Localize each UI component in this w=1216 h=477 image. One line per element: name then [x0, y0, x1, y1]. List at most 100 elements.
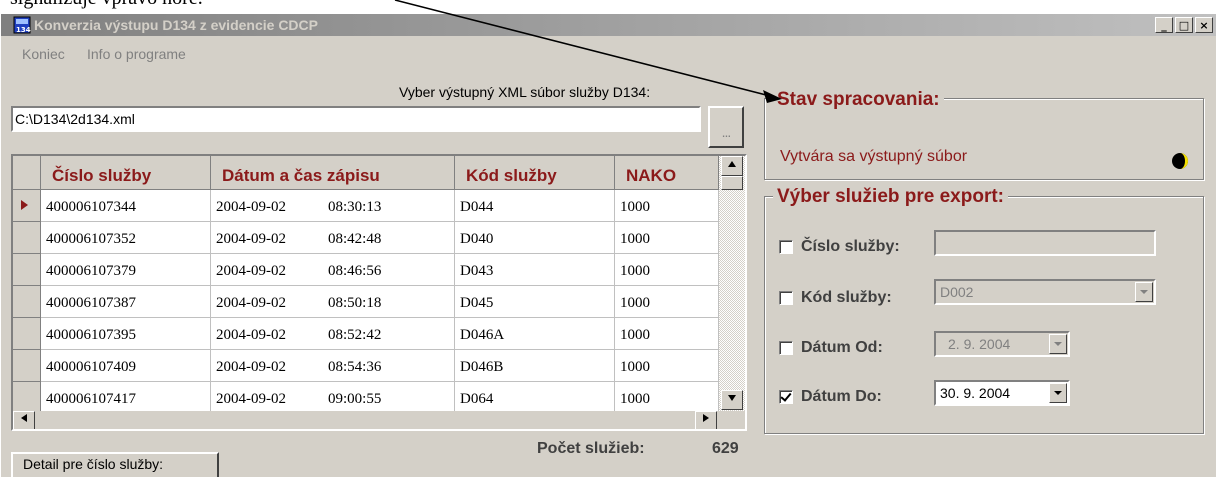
- cell-date: 2004-09-02: [216, 199, 286, 215]
- cell-kod: D044: [455, 190, 615, 222]
- cell-cislo: 400006107387: [41, 286, 211, 318]
- cell-kod: D046A: [455, 318, 615, 350]
- cislo-input[interactable]: [934, 230, 1156, 256]
- maximize-button[interactable]: □: [1175, 17, 1193, 33]
- filter-do-row: Dátum Do:: [779, 388, 882, 406]
- scroll-right-button[interactable]: [695, 411, 717, 429]
- busy-moon-icon: [1172, 153, 1188, 169]
- cell-time: 08:54:36: [328, 359, 382, 375]
- kod-select[interactable]: D002: [934, 279, 1156, 305]
- menu-item-info[interactable]: Info o programe: [87, 46, 186, 62]
- do-checkbox[interactable]: [779, 390, 793, 404]
- od-label: Dátum Od:: [801, 339, 883, 356]
- column-cislo-sluzby[interactable]: Číslo služby: [41, 156, 211, 190]
- current-row-pointer-icon: [21, 200, 28, 210]
- cell-datum: 2004-09-02 08:54:36: [211, 350, 455, 382]
- cell-datum: 2004-09-02 08:52:42: [211, 318, 455, 350]
- od-dropdown-chevron-icon[interactable]: [1049, 334, 1067, 354]
- cislo-label: Číslo služby:: [801, 238, 900, 255]
- cell-date: 2004-09-02: [216, 359, 286, 375]
- cell-datum: 2004-09-02 08:46:56: [211, 254, 455, 286]
- row-indicator: [13, 254, 41, 286]
- arrow-down-icon: [728, 395, 736, 401]
- cell-nako: 1000: [615, 190, 719, 222]
- detail-button[interactable]: Detail pre číslo služby:: [11, 452, 219, 477]
- document-caption: signalizuje vpravo hore.: [10, 0, 203, 10]
- close-button[interactable]: ×: [1195, 17, 1213, 33]
- row-indicator: [13, 318, 41, 350]
- cell-kod: D040: [455, 222, 615, 254]
- cell-nako: 1000: [615, 382, 719, 414]
- menu-item-koniec[interactable]: Koniec: [22, 46, 65, 62]
- do-date-picker[interactable]: 30. 9. 2004: [934, 380, 1070, 406]
- horizontal-scrollbar[interactable]: [13, 411, 745, 429]
- filter-kod-row: Kód služby:: [779, 289, 892, 307]
- app-icon: 134: [13, 16, 31, 34]
- cell-date: 2004-09-02: [216, 263, 286, 279]
- cell-nako: 1000: [615, 350, 719, 382]
- minimize-button[interactable]: _: [1155, 17, 1173, 33]
- row-indicator: [13, 286, 41, 318]
- browse-button[interactable]: ...: [708, 106, 744, 148]
- od-checkbox[interactable]: [779, 341, 793, 355]
- column-nako[interactable]: NAKO: [615, 156, 719, 190]
- filter-cislo-row: Číslo služby:: [779, 238, 900, 256]
- table-row[interactable]: 400006107344 2004-09-02 08:30:13 D044 100…: [13, 190, 719, 222]
- table-row[interactable]: 400006107352 2004-09-02 08:42:48 D040 100…: [13, 222, 719, 254]
- cell-cislo: 400006107344: [41, 190, 211, 222]
- cell-time: 08:50:18: [328, 295, 382, 311]
- cell-time: 08:46:56: [328, 263, 382, 279]
- cell-cislo: 400006107379: [41, 254, 211, 286]
- menu-bar: Koniec Info o programe: [1, 36, 1216, 62]
- table-row[interactable]: 400006107379 2004-09-02 08:46:56 D043 100…: [13, 254, 719, 286]
- cell-date: 2004-09-02: [216, 295, 286, 311]
- cell-cislo: 400006107417: [41, 382, 211, 414]
- kod-select-value: D002: [940, 284, 974, 300]
- cell-time: 08:30:13: [328, 199, 382, 215]
- arrow-up-icon: [728, 161, 736, 167]
- grid-header: Číslo služby Dátum a čas zápisu Kód služ…: [13, 156, 719, 190]
- cell-cislo: 400006107395: [41, 318, 211, 350]
- cell-kod: D046B: [455, 350, 615, 382]
- od-date-value: 2. 9. 2004: [948, 336, 1011, 352]
- file-path-input[interactable]: C:\D134\2d134.xml: [11, 106, 701, 132]
- scroll-left-button[interactable]: [13, 411, 35, 429]
- table-row[interactable]: 400006107417 2004-09-02 09:00:55 D064 100…: [13, 382, 719, 414]
- cell-time: 08:42:48: [328, 231, 382, 247]
- services-grid[interactable]: Číslo služby Dátum a čas zápisu Kód služ…: [11, 154, 747, 431]
- scroll-thumb[interactable]: [721, 176, 743, 190]
- od-date-picker[interactable]: 2. 9. 2004: [934, 331, 1070, 357]
- cell-nako: 1000: [615, 286, 719, 318]
- row-indicator: [13, 350, 41, 382]
- column-kod-sluzby[interactable]: Kód služby: [455, 156, 615, 190]
- cell-datum: 2004-09-02 09:00:55: [211, 382, 455, 414]
- count-label: Počet služieb:: [537, 440, 645, 457]
- svg-text:134: 134: [16, 26, 31, 34]
- vertical-scrollbar[interactable]: [719, 156, 745, 412]
- kod-checkbox[interactable]: [779, 291, 793, 305]
- app-window: 134 Konverzia výstupu D134 z evidencie C…: [0, 14, 1216, 477]
- file-label: Vyber výstupný XML súbor služby D134:: [399, 84, 651, 100]
- row-indicator: [13, 190, 41, 222]
- cell-cislo: 400006107352: [41, 222, 211, 254]
- cell-nako: 1000: [615, 222, 719, 254]
- table-row[interactable]: 400006107409 2004-09-02 08:54:36 D046B 10…: [13, 350, 719, 382]
- do-date-value: 30. 9. 2004: [940, 385, 1011, 401]
- cell-kod: D045: [455, 286, 615, 318]
- cell-date: 2004-09-02: [216, 231, 286, 247]
- cell-datum: 2004-09-02 08:30:13: [211, 190, 455, 222]
- cell-nako: 1000: [615, 254, 719, 286]
- window-title: Konverzia výstupu D134 z evidencie CDCP: [34, 17, 318, 33]
- cell-time: 09:00:55: [328, 391, 382, 407]
- scroll-up-button[interactable]: [721, 156, 743, 176]
- kod-dropdown-chevron-icon[interactable]: [1135, 282, 1153, 302]
- table-row[interactable]: 400006107387 2004-09-02 08:50:18 D045 100…: [13, 286, 719, 318]
- count-value: 629: [712, 440, 739, 457]
- cell-cislo: 400006107409: [41, 350, 211, 382]
- scroll-down-button[interactable]: [721, 390, 743, 410]
- cell-nako: 1000: [615, 318, 719, 350]
- table-row[interactable]: 400006107395 2004-09-02 08:52:42 D046A 10…: [13, 318, 719, 350]
- column-datum-cas[interactable]: Dátum a čas zápisu: [211, 156, 455, 190]
- do-dropdown-chevron-icon[interactable]: [1049, 383, 1067, 403]
- cislo-checkbox[interactable]: [779, 240, 793, 254]
